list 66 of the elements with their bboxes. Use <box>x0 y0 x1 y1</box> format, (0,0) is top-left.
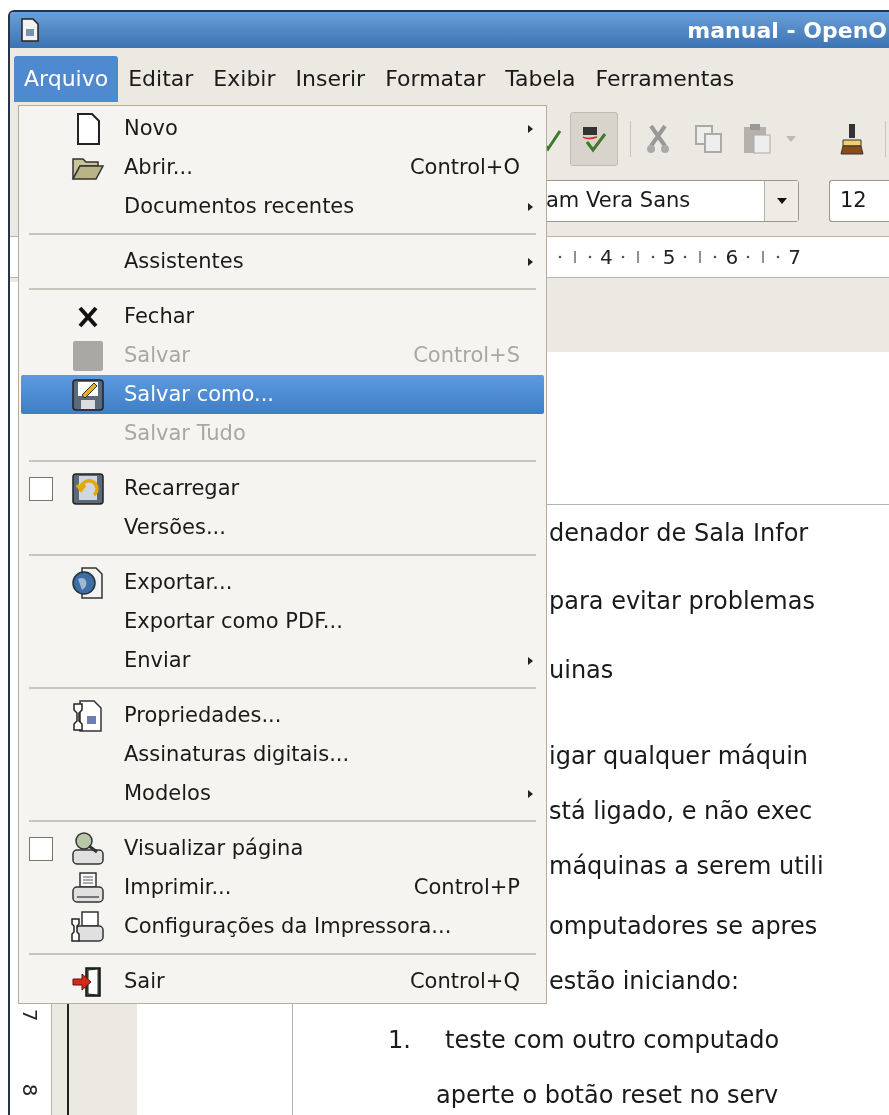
printer-icon <box>70 869 106 906</box>
submenu-arrow-icon <box>526 256 534 267</box>
menu-bar-item[interactable]: Inserir <box>285 55 376 102</box>
menu-item[interactable]: Assistentes <box>21 242 544 281</box>
submenu-arrow-icon <box>526 123 534 134</box>
document-icon <box>20 17 40 43</box>
menu-item[interactable]: Imprimir... Control+P <box>21 868 544 907</box>
ruler-number: 8 <box>17 1083 44 1097</box>
dropdown-arrow-icon <box>775 197 788 205</box>
menu-item[interactable]: Visualizar página <box>21 829 544 868</box>
submenu-arrow-icon <box>526 655 534 666</box>
shortcut-text: Control+S <box>413 341 521 369</box>
document-text: máquinas a serem utili <box>549 851 824 882</box>
menu-item[interactable]: Fechar <box>21 297 544 336</box>
document-text: igar qualquer máquin <box>549 741 809 772</box>
checkbox[interactable] <box>29 836 53 861</box>
menu-item[interactable]: Enviar <box>21 641 544 680</box>
menu-item[interactable]: Exportar... <box>21 563 544 602</box>
menu-item[interactable]: Propriedades... <box>21 696 544 735</box>
printer-wrench-icon <box>70 908 106 945</box>
globe-document-icon <box>70 564 106 601</box>
document-text: stá ligado, e não exec <box>549 796 813 827</box>
font-size-field[interactable]: 12 <box>829 180 889 222</box>
menu-bar-item[interactable]: Ferramentas <box>585 55 745 102</box>
menu-item[interactable]: Exportar como PDF... <box>21 602 544 641</box>
ruler-number: 7 <box>17 1008 44 1022</box>
document-text: uinas <box>549 655 614 686</box>
menu-item[interactable]: Sair Control+Q <box>21 962 544 1001</box>
copy-icon <box>693 123 725 155</box>
menu-item[interactable]: Salvar como... <box>21 375 544 414</box>
shortcut-text: Control+Q <box>409 967 521 995</box>
shortcut-text: Control+P <box>413 873 521 901</box>
brush-icon <box>837 122 867 156</box>
menu-item[interactable]: Configurações da Impressora... <box>21 907 544 946</box>
menu-bar-item[interactable]: Formatar <box>375 55 496 102</box>
menu-bar-item[interactable]: Arquivo <box>14 55 119 102</box>
menu-bar-item[interactable]: Exibir <box>203 55 286 102</box>
menu-bar-item[interactable]: Editar <box>118 55 204 102</box>
ruler-number: 7 <box>788 244 801 271</box>
document-text: omputadores se apres <box>549 911 818 942</box>
ruler-number: 4 <box>600 244 613 271</box>
menu-item[interactable]: Assinaturas digitais... <box>21 735 544 774</box>
paste-icon <box>741 122 773 156</box>
floppy-pencil-icon <box>70 376 106 413</box>
ruler-number: 6 <box>725 244 739 271</box>
menu-item[interactable]: Modelos <box>21 774 544 813</box>
document-text: estão iniciando: <box>549 966 740 997</box>
auto-spellcheck-button[interactable] <box>570 112 618 166</box>
dropdown-arrow-icon <box>785 135 797 143</box>
menu-item[interactable]: Novo <box>21 109 544 148</box>
submenu-arrow-icon <box>526 201 534 212</box>
menu-item[interactable]: Recarregar <box>21 469 544 508</box>
menu-bar-item[interactable]: Tabela <box>495 55 586 102</box>
submenu-arrow-icon <box>526 788 534 799</box>
window-title: manual - OpenO <box>687 16 888 45</box>
shortcut-text: Control+O <box>409 153 521 181</box>
checkbox[interactable] <box>29 476 53 501</box>
printer-magnifier-icon <box>70 830 106 867</box>
document-text: denador de Sala Infor <box>549 518 809 549</box>
reload-icon <box>70 470 106 507</box>
list-number: 1. <box>388 1025 412 1056</box>
ruler-number: 5 <box>662 244 676 271</box>
document-text: teste com outro computado <box>445 1025 780 1056</box>
document-text: aperte o botão reset no serv <box>436 1080 779 1111</box>
document-text: para evitar problemas <box>549 586 815 617</box>
menu-item[interactable]: Versões... <box>21 508 544 547</box>
